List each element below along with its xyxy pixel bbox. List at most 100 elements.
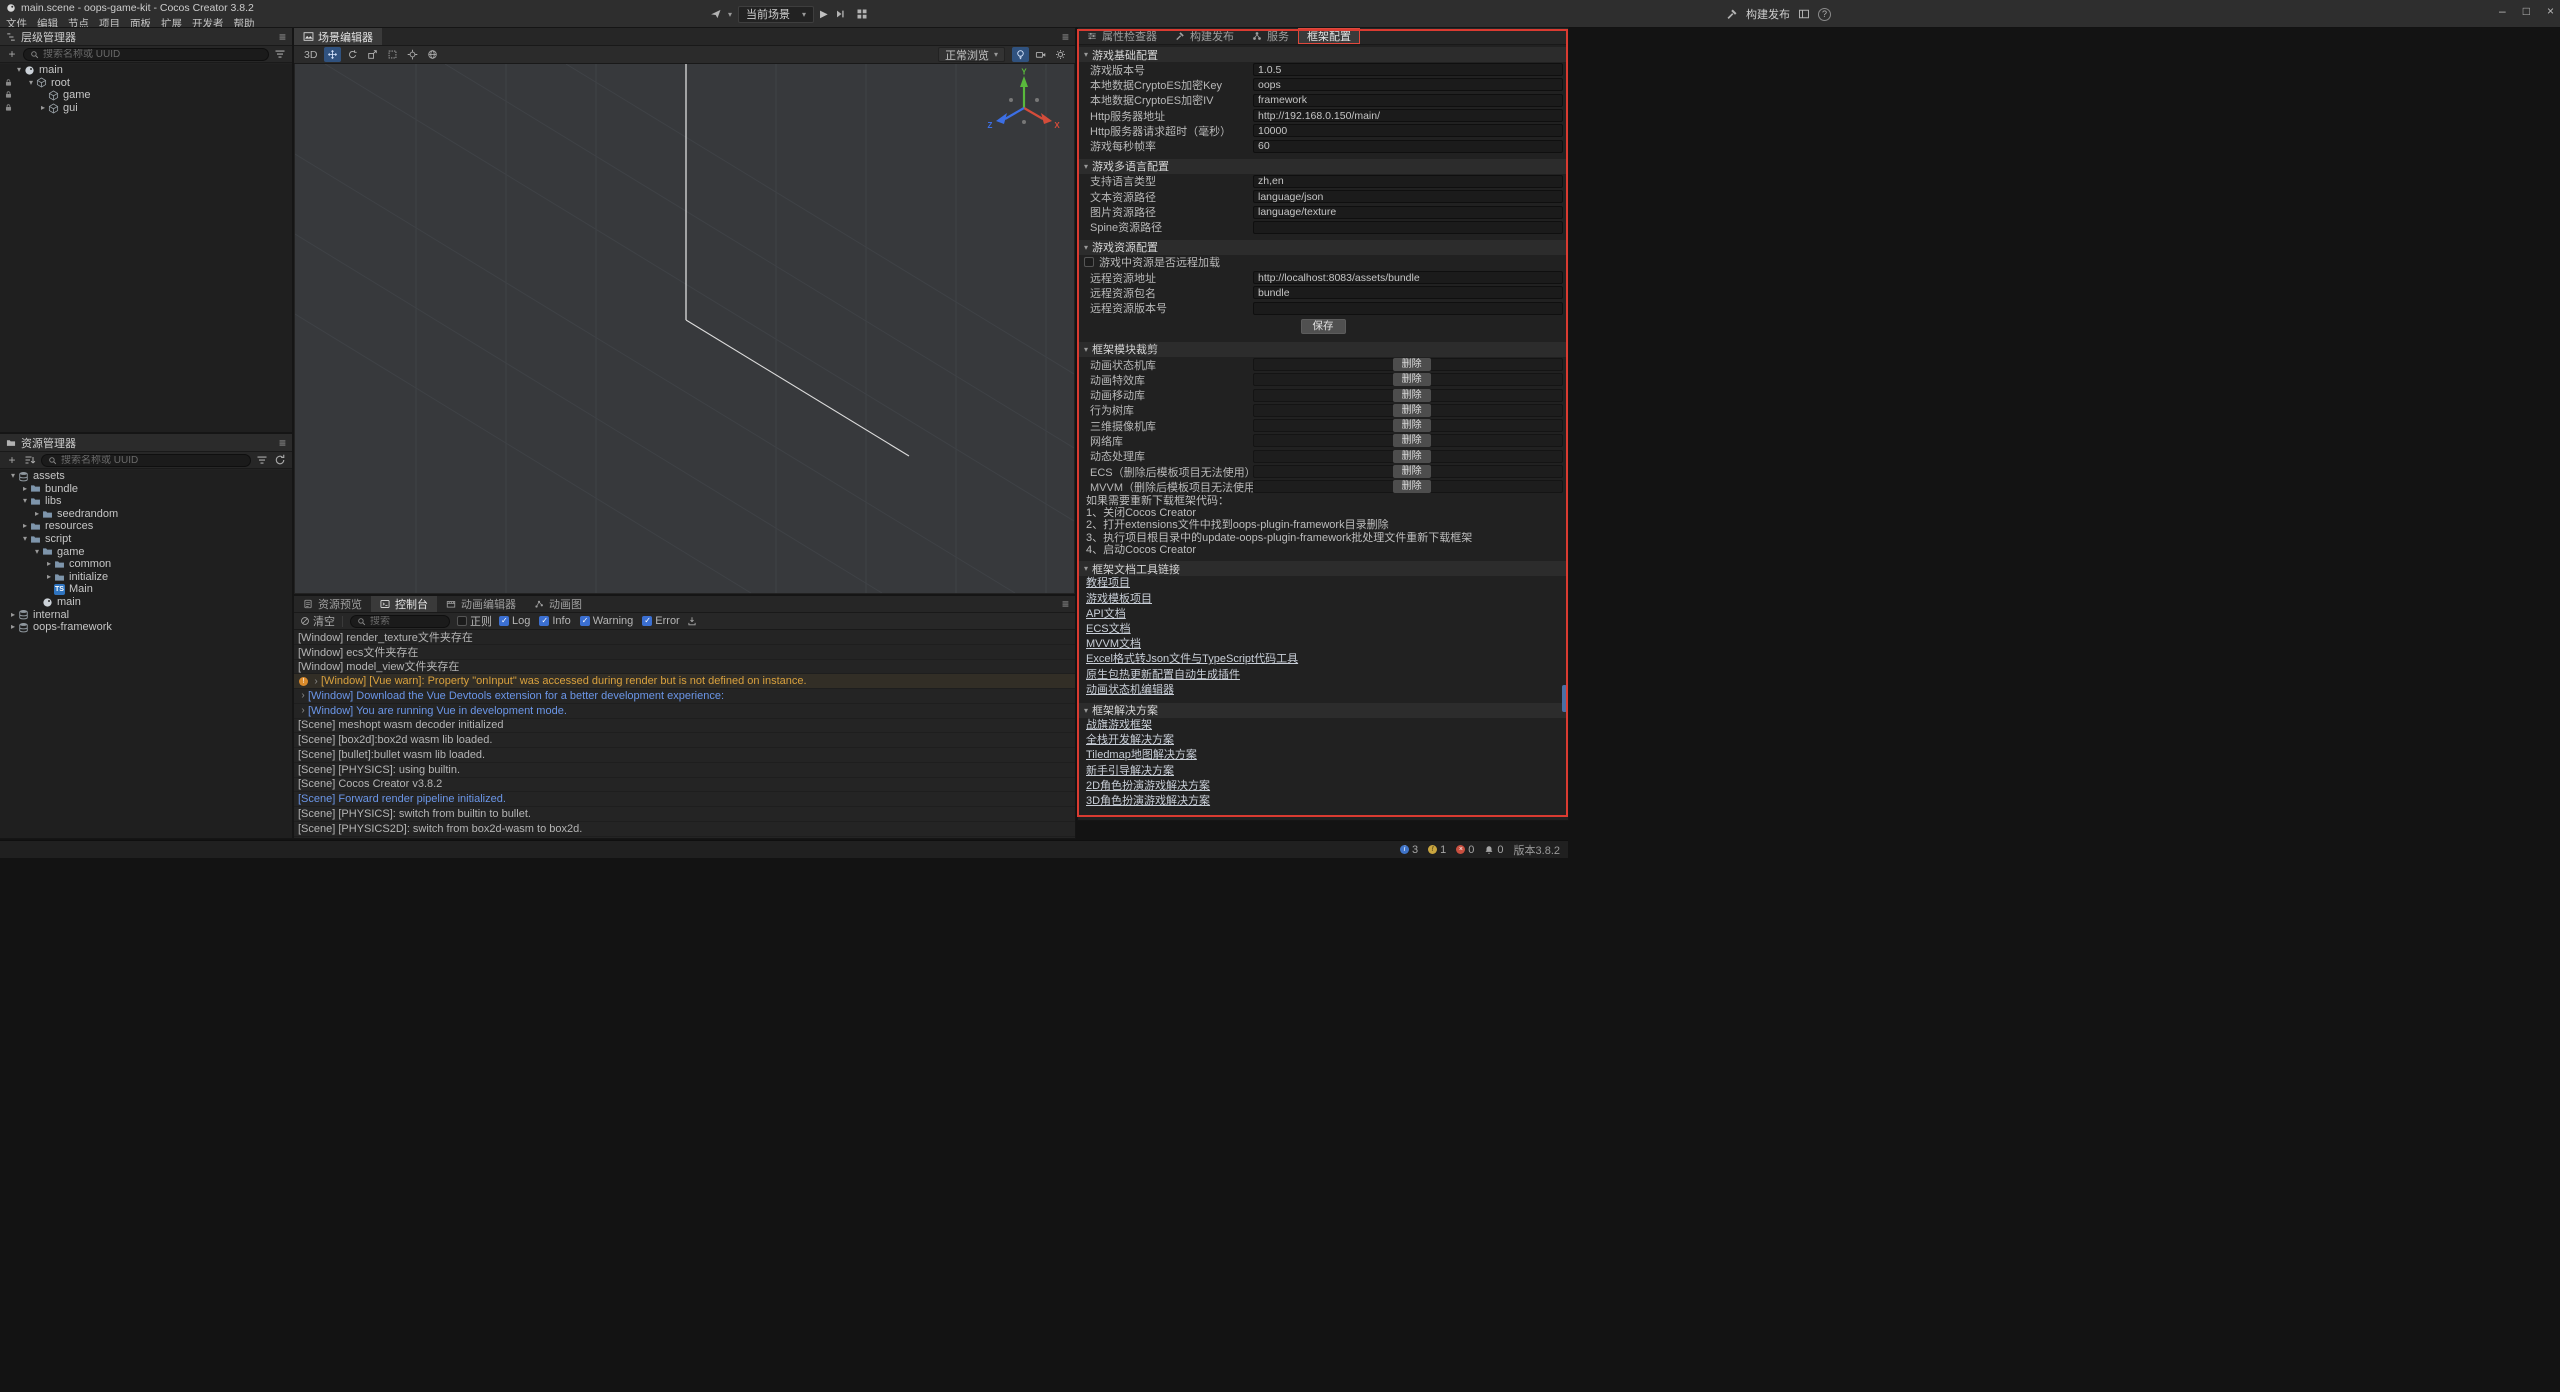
config-input[interactable]	[1253, 175, 1563, 188]
config-input[interactable]	[1253, 94, 1563, 107]
maximize-button[interactable]: □	[2523, 4, 2530, 18]
chevron-icon[interactable]	[44, 571, 54, 584]
asset-node[interactable]: TS assets	[0, 470, 292, 483]
hierarchy-search[interactable]	[23, 48, 269, 61]
chevron-icon[interactable]	[14, 64, 24, 77]
section-docs[interactable]: ▾ 框架文档工具链接	[1078, 561, 1568, 576]
console-log-row[interactable]: ! › [Window] model_view文件夹存在	[294, 660, 1075, 675]
tab-framework-config[interactable]: 框架配置	[1298, 28, 1360, 44]
console-log-row[interactable]: ! › [Window] ecs文件夹存在	[294, 645, 1075, 660]
solution-link[interactable]: 战旗游戏框架	[1078, 718, 1568, 733]
move-tool-button[interactable]	[324, 47, 341, 62]
asset-node[interactable]: TS internal	[0, 609, 292, 622]
asset-node[interactable]: TS bundle	[0, 483, 292, 496]
camera-button[interactable]	[1032, 47, 1049, 62]
minimize-button[interactable]: –	[2499, 4, 2506, 18]
console-log-row[interactable]: ! › [Window] Download the Vue Devtools e…	[294, 689, 1075, 704]
info-count[interactable]: 3	[1400, 844, 1418, 856]
console-search[interactable]	[350, 615, 450, 628]
hierarchy-node[interactable]: TS main	[0, 64, 292, 77]
doc-link[interactable]: 原生包热更新配置自动生成插件	[1078, 668, 1568, 683]
console-log-row[interactable]: ! › [Window] [Vue warn]: Property "onInp…	[294, 674, 1075, 689]
doc-link[interactable]: Excel格式转Json文件与TypeScript代码工具	[1078, 652, 1568, 667]
section-solutions[interactable]: ▾ 框架解决方案	[1078, 703, 1568, 718]
hierarchy-search-input[interactable]	[43, 49, 262, 60]
console-log-row[interactable]: ! › [Scene] [PHYSICS2D]: switch from box…	[294, 822, 1075, 837]
asset-node[interactable]: TS resources	[0, 520, 292, 533]
play-button[interactable]: ▶	[820, 9, 828, 20]
regex-checkbox[interactable]: 正则	[457, 613, 492, 629]
doc-link[interactable]: ECS文档	[1078, 622, 1568, 637]
coordinate-space-button[interactable]	[424, 47, 441, 62]
hierarchy-node[interactable]: TS root	[0, 77, 292, 90]
save-button[interactable]: 保存	[1301, 319, 1346, 334]
asset-node[interactable]: TS seedrandom	[0, 508, 292, 521]
console-log-row[interactable]: ! › [Scene] [PHYSICS]: using builtin.	[294, 763, 1075, 778]
help-icon[interactable]: ?	[1818, 8, 1831, 21]
sort-icon[interactable]	[23, 453, 37, 467]
asset-node[interactable]: TS oops-framework	[0, 621, 292, 634]
console-log-row[interactable]: ! › [Scene] [box2d]:box2d wasm lib loade…	[294, 733, 1075, 748]
asset-node[interactable]: TS common	[0, 558, 292, 571]
clear-console-button[interactable]: 清空	[300, 613, 335, 629]
delete-module-button[interactable]: 删除	[1393, 389, 1431, 402]
log-filter-checkbox[interactable]: Warning	[580, 615, 634, 627]
doc-link[interactable]: 动画状态机编辑器	[1078, 683, 1568, 698]
chevron-icon[interactable]	[20, 483, 30, 496]
view-mode-select[interactable]: 正常浏览 ▾	[938, 47, 1005, 62]
asset-node[interactable]: TS script	[0, 533, 292, 546]
add-node-button[interactable]: +	[5, 47, 19, 61]
delete-module-button[interactable]: 删除	[1393, 434, 1431, 447]
build-publish-button[interactable]: 构建发布	[1746, 6, 1790, 22]
tab-scene-editor[interactable]: 场景编辑器	[294, 28, 382, 45]
error-count[interactable]: 0	[1456, 844, 1474, 856]
config-input[interactable]	[1253, 302, 1563, 315]
config-input[interactable]	[1253, 109, 1563, 122]
pivot-tool-button[interactable]	[404, 47, 421, 62]
solution-link[interactable]: Tiledmap地图解决方案	[1078, 748, 1568, 763]
preview-platform-dropdown-icon[interactable]: ▾	[728, 10, 732, 19]
console-log-row[interactable]: ! › [Window] You are running Vue in deve…	[294, 704, 1075, 719]
delete-module-button[interactable]: 删除	[1393, 404, 1431, 417]
tab-asset-preview[interactable]: 资源预览	[294, 596, 371, 612]
config-input[interactable]	[1253, 206, 1563, 219]
config-input[interactable]	[1253, 221, 1563, 234]
solution-link[interactable]: 3D角色扮演游戏解决方案	[1078, 794, 1568, 809]
delete-module-button[interactable]: 删除	[1393, 480, 1431, 493]
notification-count[interactable]: 0	[1484, 844, 1503, 856]
delete-module-button[interactable]: 删除	[1393, 419, 1431, 432]
asset-node[interactable]: TS main	[0, 596, 292, 609]
axis-gizmo[interactable]: Y X Z	[982, 68, 1066, 152]
expand-arrow-icon[interactable]: ›	[298, 690, 308, 701]
solution-link[interactable]: 新手引导解决方案	[1078, 764, 1568, 779]
chevron-icon[interactable]	[26, 77, 36, 90]
config-input[interactable]	[1253, 271, 1563, 284]
tab-console[interactable]: 控制台	[371, 596, 437, 612]
log-filter-checkbox[interactable]: Log	[499, 615, 530, 627]
solution-link[interactable]: 2D角色扮演游戏解决方案	[1078, 779, 1568, 794]
console-log-row[interactable]: ! › [Scene] [bullet]:bullet wasm lib loa…	[294, 748, 1075, 763]
asset-node[interactable]: TS initialize	[0, 571, 292, 584]
tab-animation-editor[interactable]: 动画编辑器	[437, 596, 525, 612]
console-log-row[interactable]: ! › [Scene] [PHYSICS]: switch from built…	[294, 807, 1075, 822]
chevron-icon[interactable]	[20, 533, 30, 546]
preview-platform-icon[interactable]	[710, 8, 722, 20]
scale-tool-button[interactable]	[364, 47, 381, 62]
config-input[interactable]	[1253, 78, 1563, 91]
delete-module-button[interactable]: 删除	[1393, 373, 1431, 386]
close-button[interactable]: ×	[2547, 4, 2554, 18]
config-input[interactable]	[1253, 63, 1563, 76]
config-input[interactable]	[1253, 140, 1563, 153]
console-log-row[interactable]: ! › [Scene] Forward render pipeline init…	[294, 792, 1075, 807]
config-input[interactable]	[1253, 124, 1563, 137]
log-filter-checkbox[interactable]: Error	[642, 615, 679, 627]
config-input[interactable]	[1253, 286, 1563, 299]
section-modules[interactable]: ▾ 框架模块裁剪	[1078, 342, 1568, 357]
inspector-scrollbar[interactable]	[1562, 45, 1567, 818]
doc-link[interactable]: 教程项目	[1078, 576, 1568, 591]
doc-link[interactable]: 游戏模板项目	[1078, 592, 1568, 607]
doc-link[interactable]: MVVM文档	[1078, 637, 1568, 652]
assets-search-input[interactable]	[61, 455, 244, 466]
asset-node[interactable]: TS libs	[0, 495, 292, 508]
tab-build-publish[interactable]: 构建发布	[1166, 28, 1243, 44]
